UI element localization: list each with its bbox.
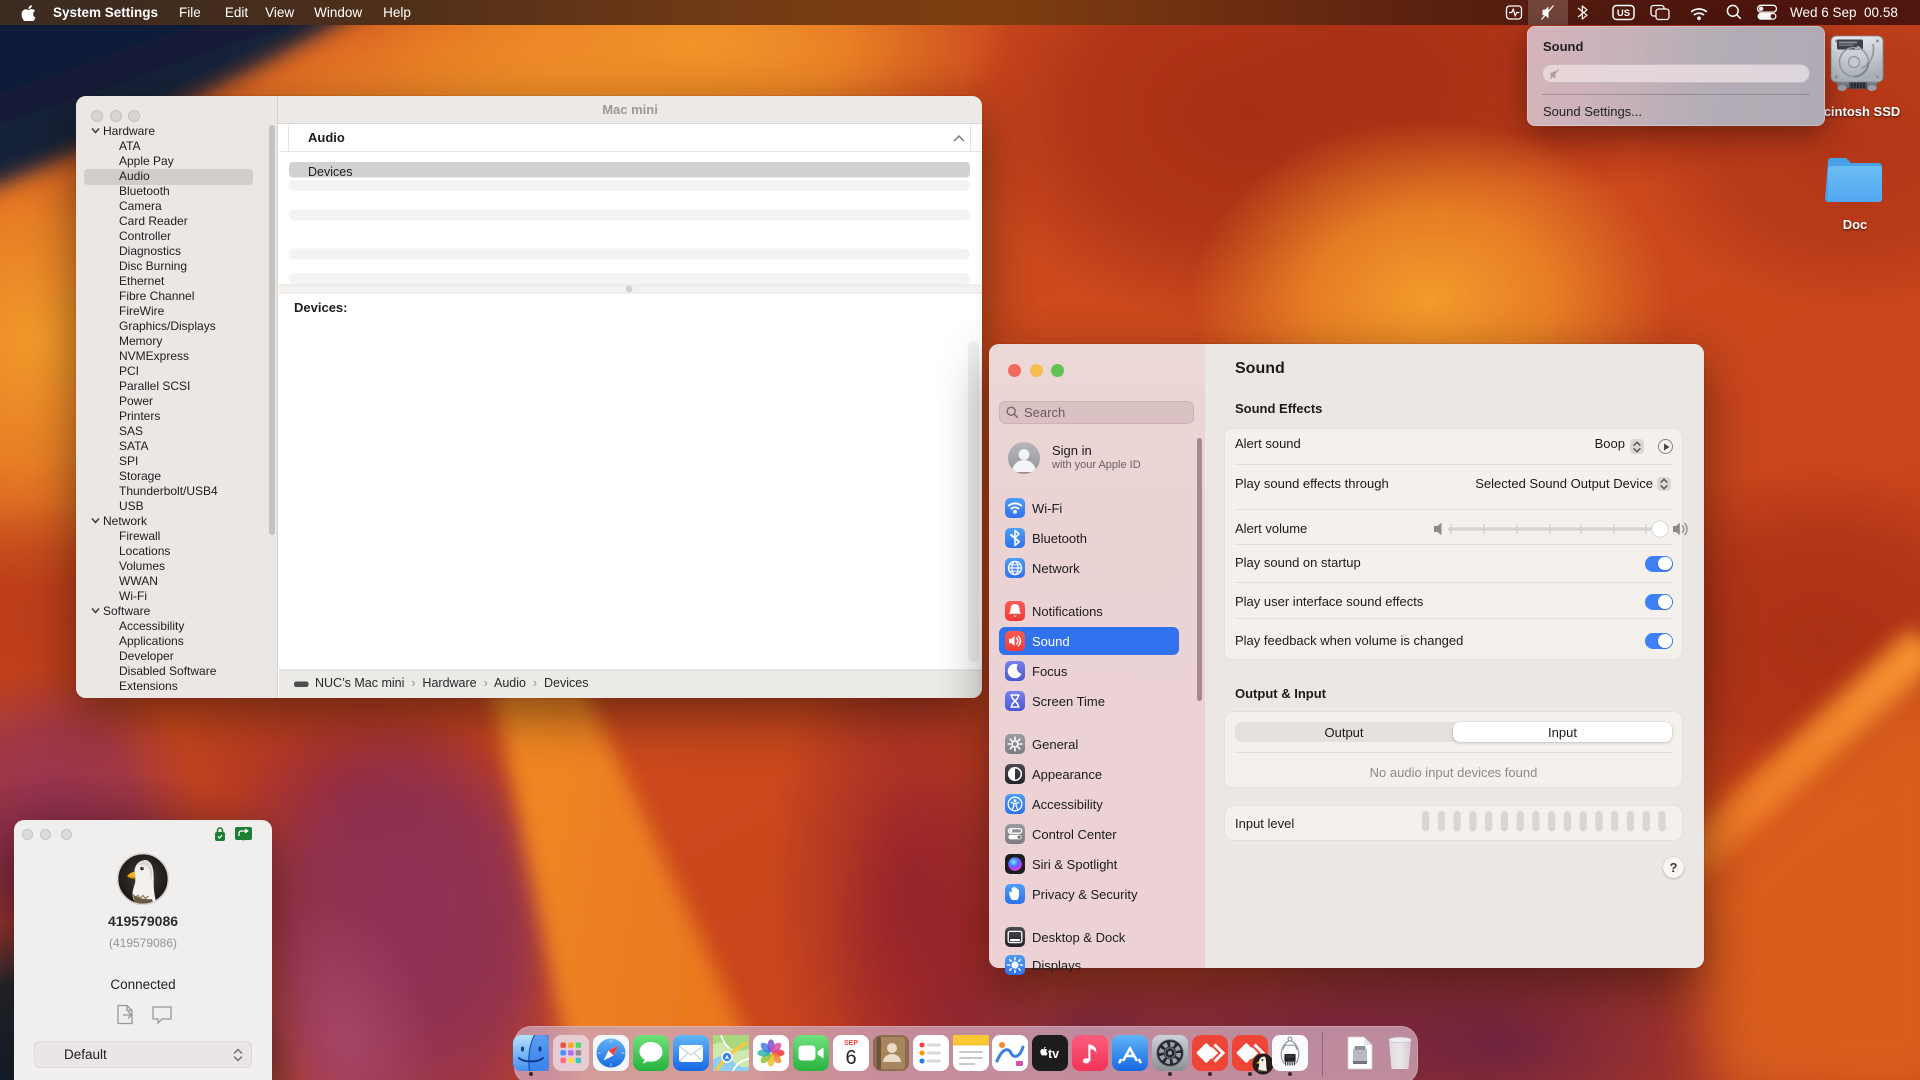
svg-text:6: 6 [845, 1047, 856, 1069]
svg-text:tv: tv [1048, 1047, 1059, 1061]
svg-text:SEP: SEP [844, 1040, 858, 1047]
svg-text:US: US [1617, 8, 1630, 19]
